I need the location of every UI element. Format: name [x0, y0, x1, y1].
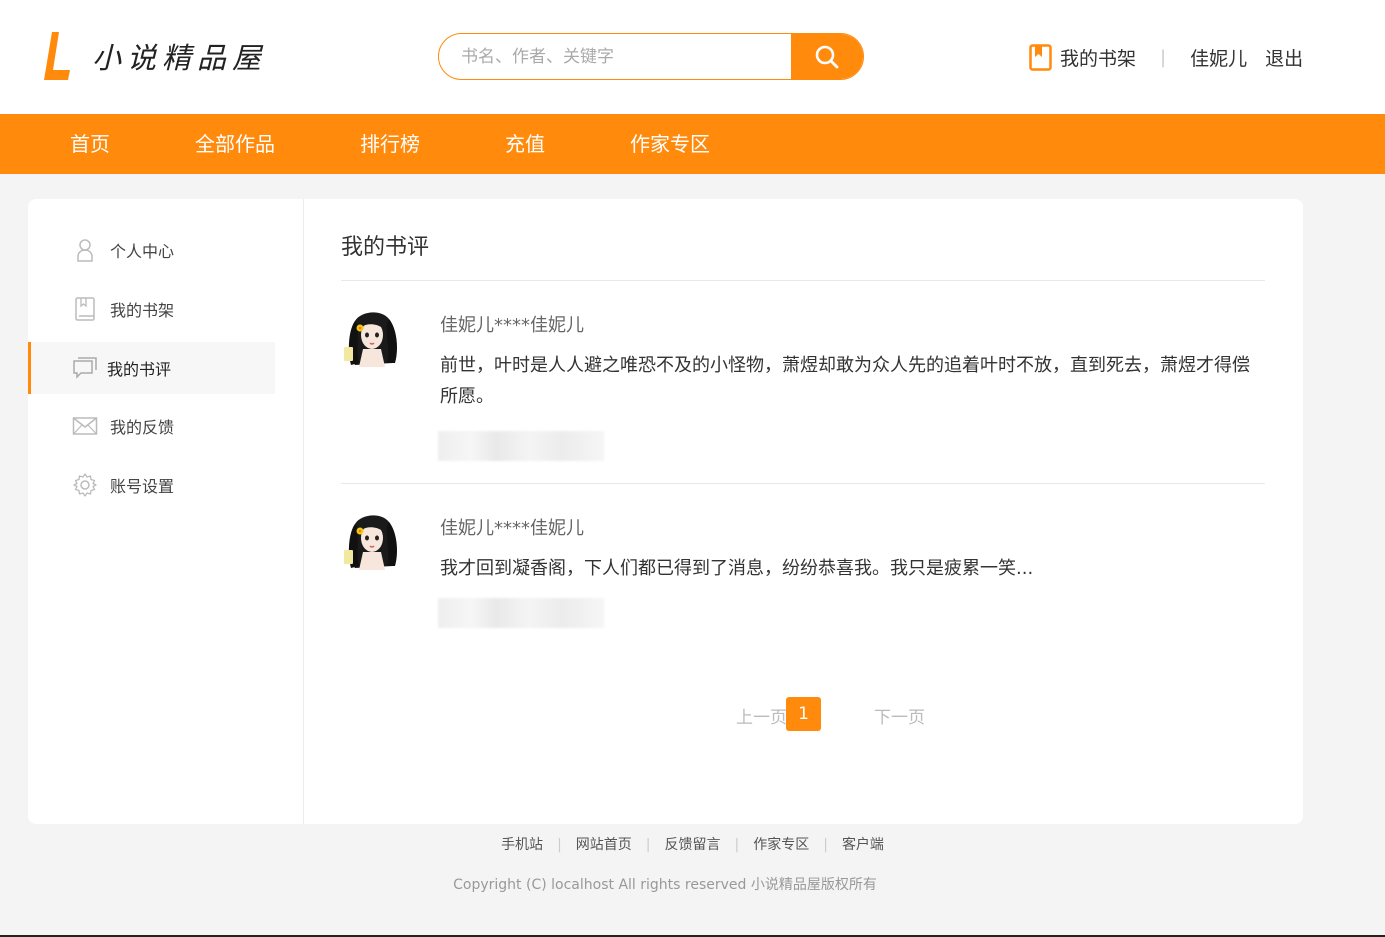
logo-mark-icon [42, 30, 72, 82]
avatar[interactable] [341, 508, 403, 574]
pagination: 上一页 1 下一页 [341, 697, 1265, 731]
current-page-button[interactable]: 1 [786, 697, 821, 731]
logout-link[interactable]: 退出 [1265, 44, 1303, 71]
review-date-blurred [438, 431, 604, 461]
footer-separator: | [823, 837, 828, 853]
mail-icon [72, 417, 98, 435]
search-input[interactable] [439, 34, 792, 79]
search-box [438, 33, 864, 80]
sidebar-item-reviews[interactable]: 我的书评 [28, 342, 275, 394]
footer-link-mobile[interactable]: 手机站 [501, 837, 543, 853]
sidebar-item-label: 我的书评 [107, 360, 172, 379]
nav-item-all-works[interactable]: 全部作品 [195, 114, 275, 174]
sidebar-item-profile[interactable]: 个人中心 [28, 224, 275, 276]
search-button[interactable] [791, 34, 863, 79]
footer-links: 手机站 | 网站首页 | 反馈留言 | 作家专区 | 客户端 [0, 834, 1385, 854]
sidebar-item-account-settings[interactable]: 账号设置 [28, 459, 275, 511]
review-date-blurred [438, 598, 604, 628]
nav-item-home[interactable]: 首页 [70, 114, 110, 174]
review-text: 前世，叶时是人人避之唯恐不及的小怪物，萧煜却敢为众人先的追着叶时不放，直到死去，… [440, 355, 1250, 407]
review-username: 佳妮儿****佳妮儿 [440, 518, 584, 539]
gear-icon [73, 473, 97, 497]
reviews-content: 我的书评 佳妮儿****佳妮儿 前世，叶时是人人避之唯恐不及的小怪物，萧煜却敢为… [341, 199, 1265, 824]
avatar[interactable] [341, 305, 403, 371]
main-nav: 首页 全部作品 排行榜 充值 作家专区 [0, 114, 1385, 174]
header: 小说精品屋 我的书架 | 佳妮儿 退出 [0, 0, 1385, 114]
bookshelf-label: 我的书架 [1060, 47, 1137, 70]
sidebar: 个人中心 我的书架 我的书评 我的反馈 账号设置 [28, 199, 304, 824]
footer-link-author-zone[interactable]: 作家专区 [753, 837, 809, 853]
review-divider [341, 483, 1265, 484]
footer-link-feedback[interactable]: 反馈留言 [665, 837, 721, 853]
book-icon [75, 297, 95, 321]
sidebar-item-label: 我的书架 [110, 301, 175, 320]
footer-link-client[interactable]: 客户端 [842, 837, 884, 853]
bookshelf-icon [1029, 43, 1052, 71]
footer-link-home[interactable]: 网站首页 [576, 837, 632, 853]
footer-separator: | [645, 837, 651, 853]
sidebar-item-feedback[interactable]: 我的反馈 [28, 400, 275, 452]
sidebar-item-bookshelf[interactable]: 我的书架 [28, 283, 275, 335]
next-page-button[interactable]: 下一页 [874, 703, 925, 728]
main-panel: 个人中心 我的书架 我的书评 我的反馈 账号设置 我的书评 佳妮儿****佳妮儿… [28, 199, 1303, 824]
sidebar-item-label: 个人中心 [110, 242, 175, 261]
username-link[interactable]: 佳妮儿 [1190, 44, 1247, 71]
header-separator: | [1160, 46, 1167, 68]
nav-item-ranking[interactable]: 排行榜 [360, 114, 420, 174]
nav-item-recharge[interactable]: 充值 [505, 114, 545, 174]
user-area: 我的书架 | 佳妮儿 退出 [1029, 42, 1303, 72]
page-title: 我的书评 [341, 235, 430, 260]
bookshelf-link[interactable]: 我的书架 [1029, 43, 1137, 71]
nav-item-author-zone[interactable]: 作家专区 [630, 114, 710, 174]
title-divider [341, 280, 1265, 281]
brand-name: 小说精品屋 [92, 41, 268, 75]
sidebar-item-label: 账号设置 [110, 477, 175, 496]
prev-page-button[interactable]: 上一页 [736, 703, 787, 728]
review-username: 佳妮儿****佳妮儿 [440, 315, 584, 336]
logo[interactable]: 小说精品屋 [42, 30, 267, 82]
footer-separator: | [734, 837, 740, 853]
review-text: 我才回到凝香阁，下人们都已得到了消息，纷纷恭喜我。我只是疲累一笑... [440, 558, 1034, 579]
copyright: Copyright (C) localhost All rights reser… [453, 877, 877, 893]
comment-icon [73, 357, 97, 379]
footer-separator: | [557, 837, 562, 853]
search-icon [815, 45, 839, 68]
user-icon [77, 239, 93, 262]
sidebar-item-label: 我的反馈 [110, 418, 175, 437]
